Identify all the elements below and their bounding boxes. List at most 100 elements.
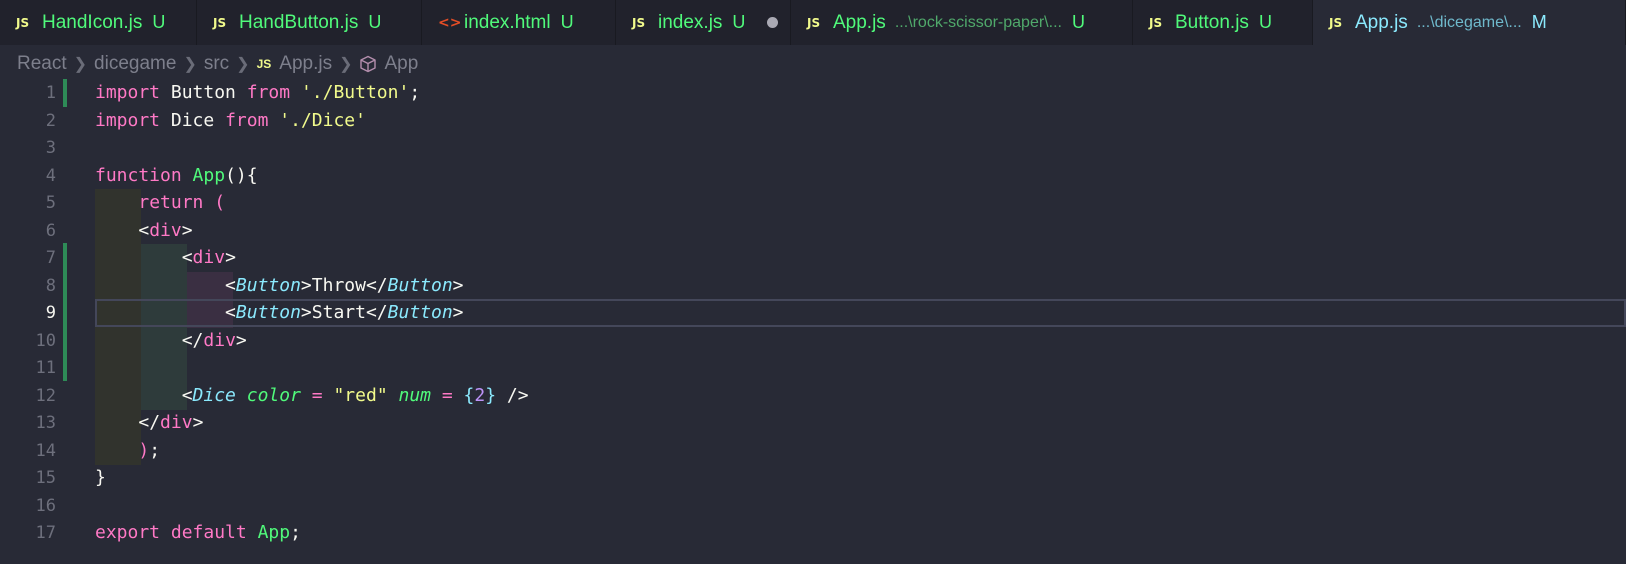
tab-index-js[interactable]: JS index.js U	[616, 0, 791, 45]
code-text: }	[95, 464, 106, 493]
code-token: Throw	[311, 274, 366, 296]
code-token: Button	[235, 302, 301, 323]
line-number: 16	[35, 495, 56, 516]
code-line[interactable]: 4 function App(){	[0, 162, 1626, 191]
git-status-badge: U	[732, 12, 746, 32]
line-number: 5	[45, 193, 56, 213]
git-status-badge: U	[152, 12, 166, 32]
code-line[interactable]: 2 import Dice from './Dice'	[0, 107, 1626, 136]
code-line[interactable]: 1 import Button from './Button';	[0, 79, 1626, 108]
code-token: default	[170, 522, 247, 543]
code-token: <	[225, 274, 236, 296]
code-token: App	[192, 164, 226, 186]
tab-index-html[interactable]: <> index.html U	[422, 0, 616, 45]
git-status-badge: U	[560, 12, 574, 32]
tab-app-js-dicegame[interactable]: JS App.js ...\dicegame\... M	[1313, 0, 1626, 45]
breadcrumb-item-app-symbol[interactable]: App	[384, 53, 418, 75]
code-line[interactable]: 10 </div>	[0, 326, 1626, 356]
code-token: Button	[387, 302, 453, 323]
code-editor[interactable]: 1 import Button from './Button'; 2 import D…	[0, 79, 1626, 564]
code-token: />	[506, 384, 529, 406]
symbol-cube-icon	[359, 55, 377, 73]
code-token: >	[300, 274, 312, 296]
javascript-file-icon: JS	[807, 15, 821, 30]
git-status-badge: U	[1258, 12, 1272, 32]
code-line[interactable]: 13 </div>	[0, 409, 1626, 438]
code-line[interactable]: 9 <Button>Start</Button>	[0, 299, 1626, 328]
code-token: Start	[311, 302, 366, 323]
tab-app-js-rock-scissor-paper[interactable]: JS App.js ...\rock-scissor-paper\... U	[791, 0, 1133, 45]
code-token: </	[365, 302, 388, 323]
code-token: ;	[409, 82, 421, 103]
breadcrumb-item-app-js[interactable]: App.js	[279, 53, 332, 75]
code-token: Button	[387, 274, 453, 296]
code-token: div	[203, 329, 236, 351]
tab-handbutton-js[interactable]: JS HandButton.js U	[197, 0, 422, 45]
code-text: <div>	[95, 244, 236, 273]
code-line[interactable]: 14 );	[0, 436, 1626, 465]
line-number: 17	[35, 523, 56, 543]
javascript-file-icon: JS	[1149, 15, 1163, 30]
tab-label: HandButton.js	[239, 11, 359, 33]
chevron-right-icon: ❯	[183, 56, 197, 73]
code-token: from	[225, 109, 269, 131]
code-token: 2	[474, 384, 486, 406]
code-line[interactable]: 11	[0, 354, 1626, 383]
line-number: 12	[35, 385, 56, 406]
tab-button-js[interactable]: JS Button.js U	[1133, 0, 1313, 45]
tab-handicon-js[interactable]: JS HandIcon.js U	[0, 0, 197, 45]
tab-path-description: ...\dicegame\...	[1416, 13, 1522, 31]
code-line[interactable]: 12 <Dice color = "red" num = {2} />	[0, 381, 1626, 410]
code-token: <	[225, 302, 236, 323]
code-line[interactable]: 7 <div>	[0, 244, 1626, 273]
code-token: function	[95, 164, 182, 186]
code-line[interactable]: 17 export default App;	[0, 519, 1626, 548]
code-token: color	[246, 384, 301, 406]
unsaved-changes-dot-icon[interactable]	[767, 17, 779, 28]
code-text: function App(){	[95, 162, 258, 191]
code-token: App	[257, 522, 291, 543]
chevron-right-icon: ❯	[73, 56, 88, 73]
code-token: Dice	[192, 384, 236, 406]
line-number: 9	[45, 303, 56, 323]
breadcrumb-item-src[interactable]: src	[204, 53, 229, 75]
line-number: 6	[45, 220, 56, 241]
breadcrumb-item-dicegame[interactable]: dicegame	[94, 53, 176, 75]
code-token: >	[452, 274, 464, 296]
tab-path-description: ...\rock-scissor-paper\...	[894, 13, 1062, 31]
code-line[interactable]: 16	[0, 492, 1626, 521]
code-line[interactable]: 6 <div>	[0, 216, 1626, 246]
code-line[interactable]: 3	[0, 134, 1626, 163]
breadcrumb-item-react[interactable]: React	[17, 53, 67, 75]
code-line[interactable]: 5 return (	[0, 189, 1626, 218]
code-token: =	[311, 384, 323, 406]
line-number: 4	[45, 165, 56, 186]
code-line[interactable]: 8 <Button>Throw</Button>	[0, 271, 1626, 300]
line-number: 13	[35, 413, 56, 433]
code-token: </	[365, 274, 388, 296]
code-token: ;	[290, 522, 301, 543]
code-token: )	[138, 439, 150, 461]
code-token: <	[138, 219, 150, 241]
code-text: </div>	[95, 327, 247, 356]
tab-label: Button.js	[1175, 11, 1249, 33]
tab-label: index.html	[464, 11, 551, 33]
code-text: <div>	[95, 217, 192, 246]
chevron-right-icon: ❯	[236, 56, 250, 73]
code-line[interactable]: 15}	[0, 464, 1626, 493]
code-text: <Button>Start</Button>	[95, 299, 463, 328]
tab-label: index.js	[658, 11, 723, 33]
